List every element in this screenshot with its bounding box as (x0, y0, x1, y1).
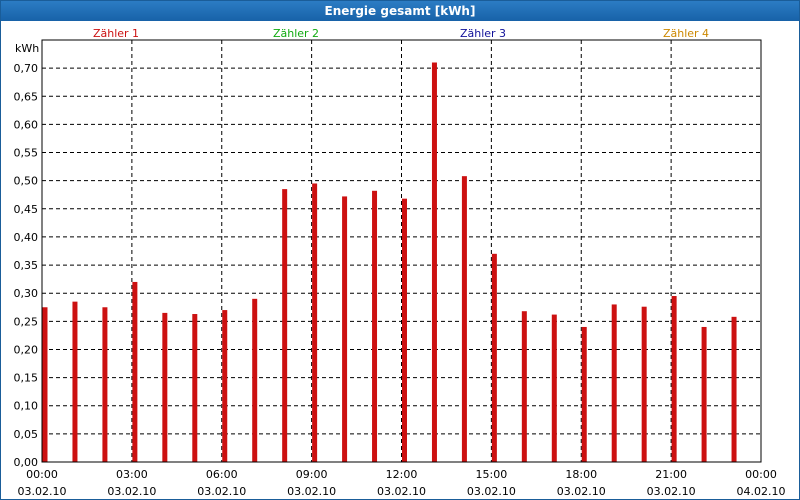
x-tick-labels: 00:00 03.02.10 03:00 03.02.10 06:00 03.02.10 0… (18, 468, 786, 498)
y-tick-label: 0,20 (14, 343, 39, 356)
bar (102, 307, 108, 462)
bar (162, 312, 168, 462)
y-tick-label: 0,50 (14, 175, 39, 188)
x-tick-time: 15:00 (476, 468, 508, 481)
bar (611, 304, 617, 462)
x-tick-time: 18:00 (565, 468, 597, 481)
bar (222, 310, 228, 462)
bar (342, 196, 348, 462)
y-tick-label: 0,65 (14, 90, 39, 103)
y-tick-label: 0,60 (14, 118, 39, 131)
y-tick-label: 0,55 (14, 147, 39, 160)
bar (671, 296, 677, 462)
bars (42, 62, 737, 463)
legend-item: Zähler 3 (460, 27, 506, 40)
x-tick-date: 03.02.10 (287, 485, 336, 498)
y-tick-label: 0,25 (14, 315, 39, 328)
x-tick-date: 03.02.10 (18, 485, 67, 498)
bar (521, 311, 527, 462)
bar (731, 316, 737, 462)
y-tick-label: 0,10 (14, 400, 39, 413)
y-tick-label: 0,45 (14, 203, 39, 216)
legend: Zähler 1 Zähler 2 Zähler 3 Zähler 4 (93, 27, 709, 40)
x-tick-date: 03.02.10 (467, 485, 516, 498)
bar (72, 301, 78, 462)
legend-item: Zähler 1 (93, 27, 139, 40)
bar (402, 198, 407, 462)
bar (461, 176, 467, 462)
y-tick-label: 0,30 (14, 287, 39, 300)
grid-lines (42, 40, 761, 462)
x-tick-time: 06:00 (206, 468, 238, 481)
bar (581, 326, 587, 462)
y-tick-label: 0,40 (14, 231, 39, 244)
legend-item: Zähler 2 (273, 27, 319, 40)
x-tick-time: 00:00 (26, 468, 58, 481)
x-tick-date: 03.02.10 (107, 485, 156, 498)
x-tick-time: 00:00 (745, 468, 777, 481)
bar (192, 314, 198, 462)
bar (551, 314, 557, 462)
y-tick-label: 0,05 (14, 428, 39, 441)
y-tick-label: 0,35 (14, 259, 39, 272)
bar (252, 298, 258, 462)
x-tick-date: 03.02.10 (377, 485, 426, 498)
legend-item: Zähler 4 (663, 27, 709, 40)
x-tick-time: 21:00 (655, 468, 687, 481)
x-tick-date: 03.02.10 (557, 485, 606, 498)
chart-window: Energie gesamt [kWh] kWh 0,00 0,05 0,10 0,1… (0, 0, 800, 500)
y-tick-label: 0,70 (14, 62, 39, 75)
bar (282, 189, 288, 462)
y-axis-label: kWh (15, 42, 39, 55)
bar (372, 190, 378, 462)
bar (641, 306, 647, 462)
bar (491, 253, 497, 462)
x-tick-date: 04.02.10 (737, 485, 786, 498)
bar (312, 183, 318, 463)
bar-chart: kWh 0,000,050,100,150,200,250,300,350,40… (14, 27, 786, 498)
x-tick-date: 03.02.10 (647, 485, 696, 498)
bar (132, 281, 138, 462)
x-tick-time: 09:00 (296, 468, 328, 481)
x-tick-time: 12:00 (386, 468, 418, 481)
y-tick-labels: 0,000,050,100,150,200,250,300,350,400,45… (14, 62, 39, 469)
bar (431, 62, 437, 463)
x-tick-date: 03.02.10 (197, 485, 246, 498)
y-tick-label: 0,15 (14, 372, 39, 385)
bar (701, 326, 707, 462)
x-tick-time: 03:00 (116, 468, 148, 481)
bar (42, 307, 48, 462)
